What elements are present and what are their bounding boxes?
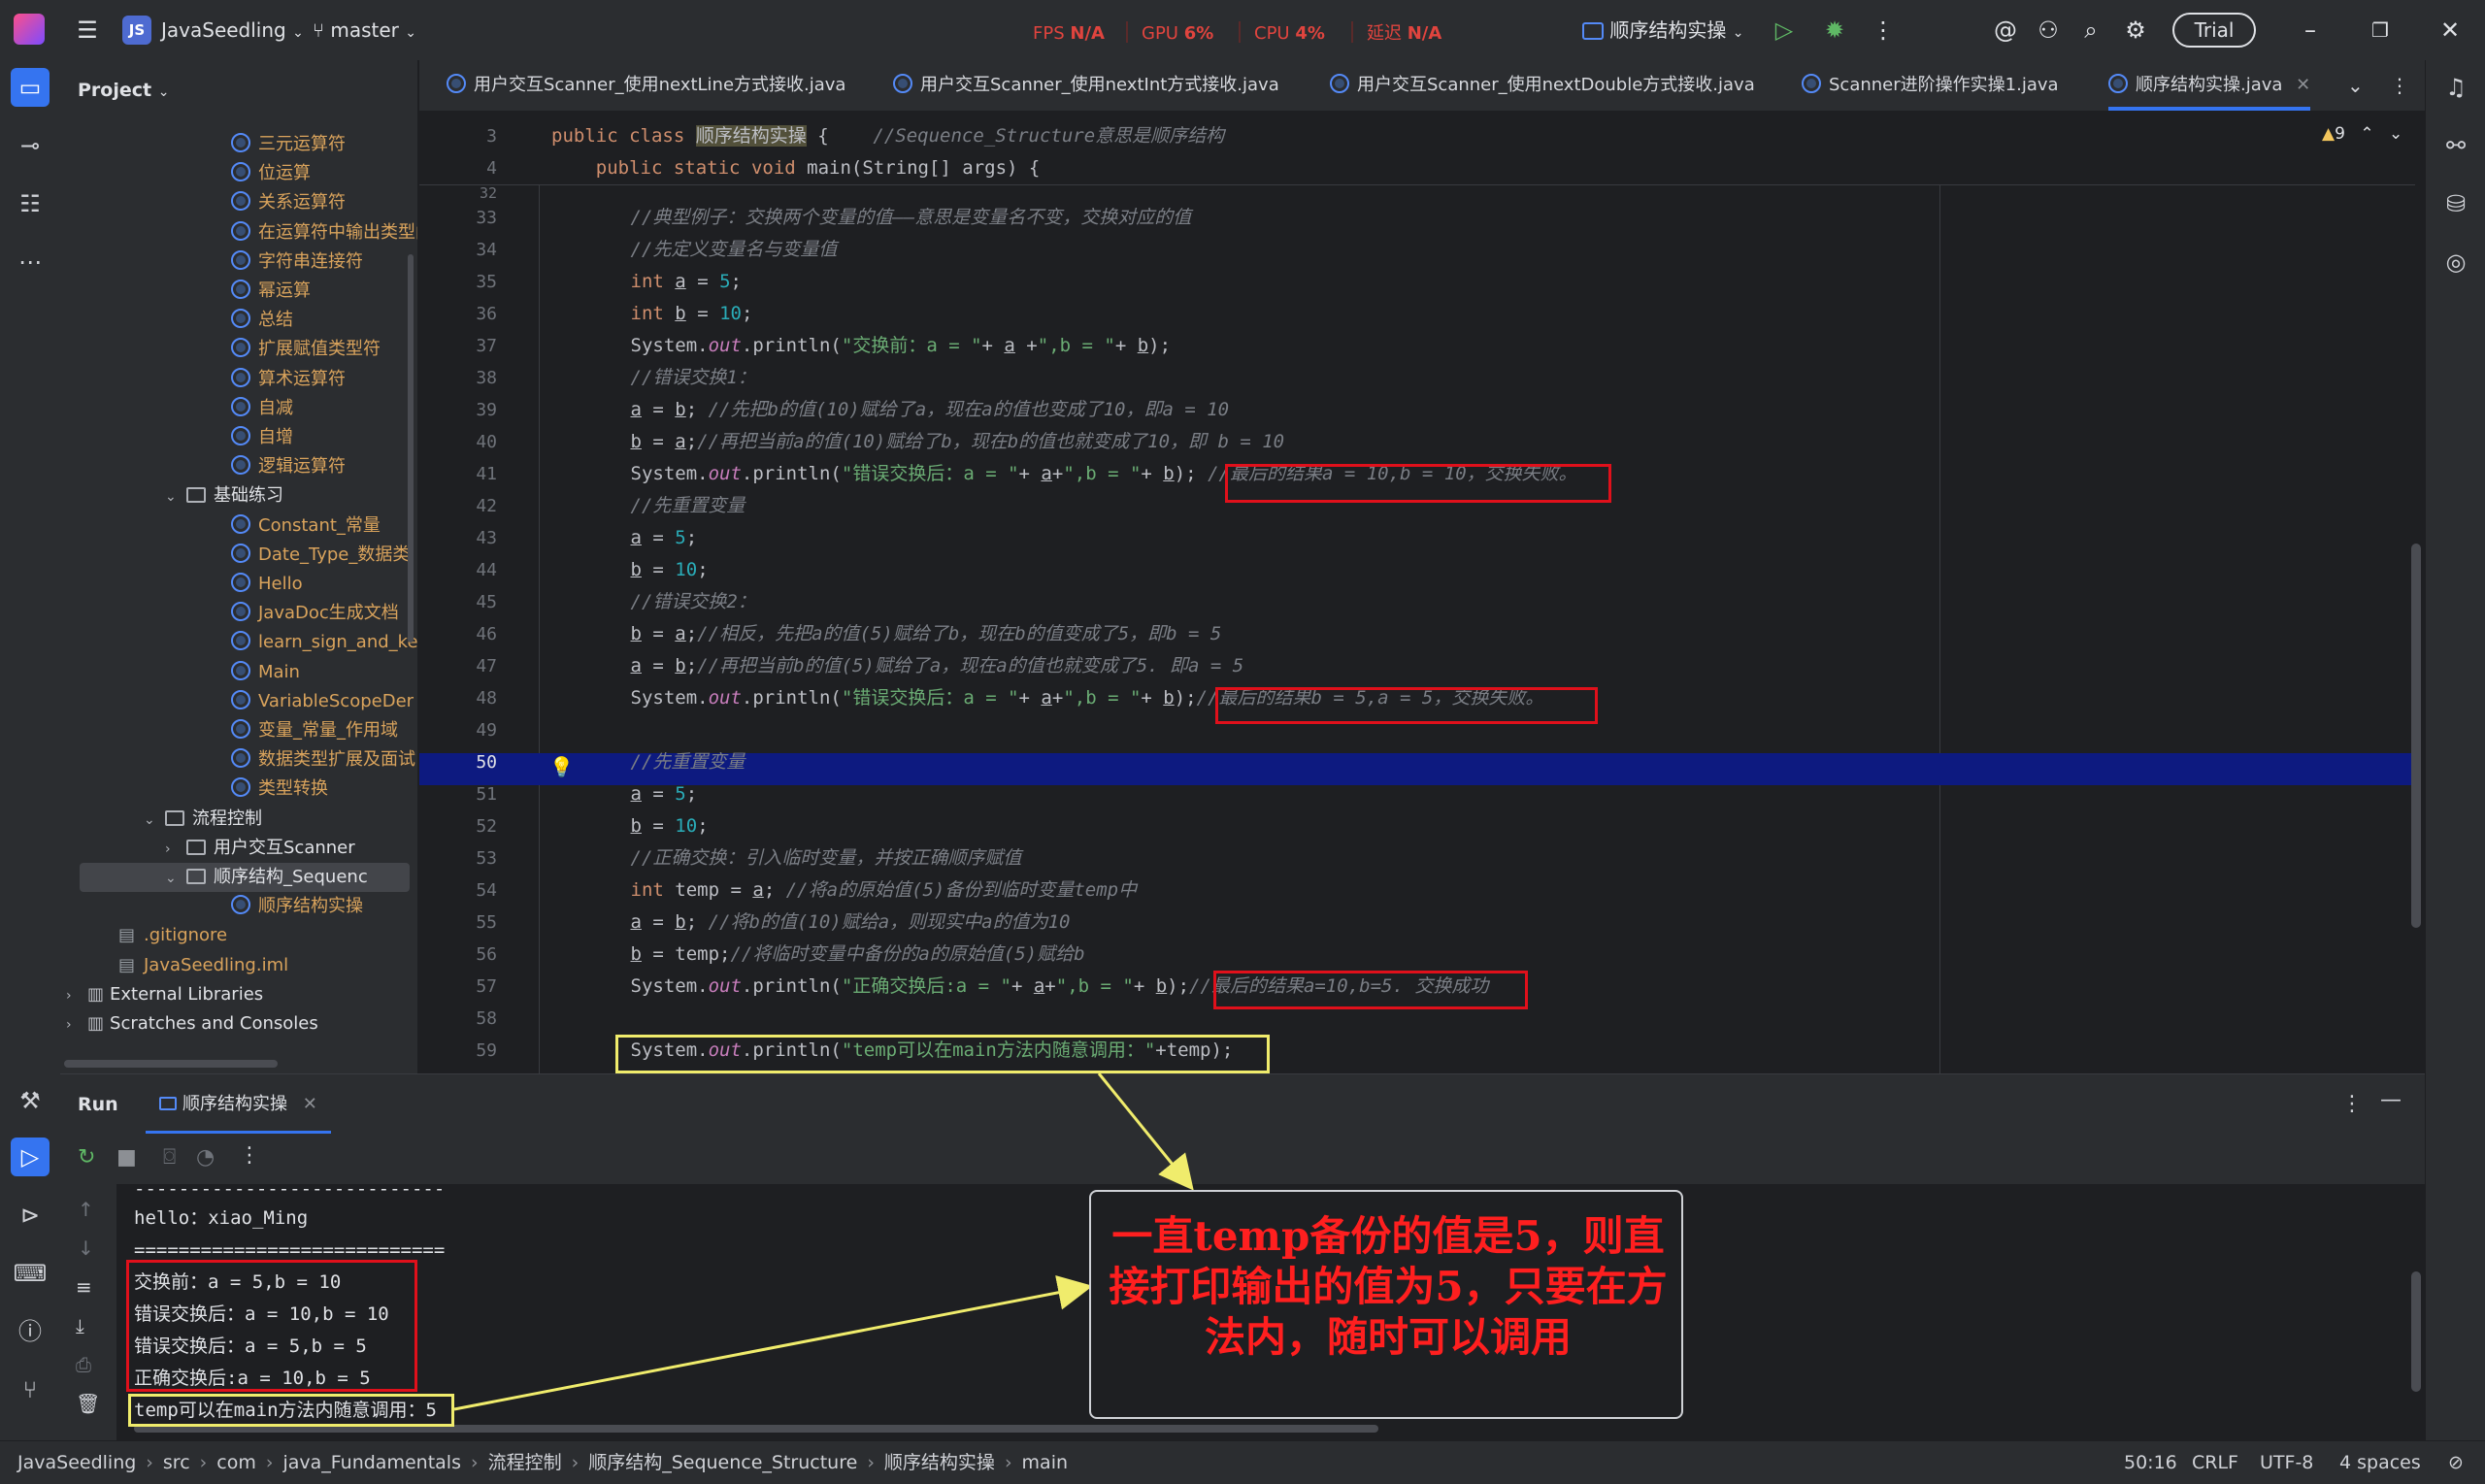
breadcrumb-separator-icon: › bbox=[470, 1452, 479, 1473]
breadcrumb-separator-icon: › bbox=[265, 1452, 274, 1473]
callout-text: 一直temp备份的值是5，则直接打印输出的值为5，只要在方法内，随时可以调用 bbox=[1109, 1212, 1668, 1361]
annotation-callout: 一直temp备份的值是5，则直接打印输出的值为5，只要在方法内，随时可以调用 bbox=[1089, 1190, 1683, 1419]
breadcrumb-separator-icon: › bbox=[146, 1452, 153, 1473]
caret-position[interactable]: 50:16 bbox=[2124, 1441, 2177, 1484]
breadcrumb-separator-icon: › bbox=[1004, 1452, 1012, 1473]
breadcrumb-item[interactable]: com bbox=[216, 1441, 256, 1484]
breadcrumb-separator-icon: › bbox=[199, 1452, 208, 1473]
breadcrumb-item[interactable]: 流程控制 bbox=[488, 1441, 562, 1484]
arrow-callout-to-output bbox=[453, 1275, 1093, 1411]
breadcrumb-item[interactable]: main bbox=[1022, 1441, 1068, 1484]
readonly-lock-icon[interactable]: ⊘ bbox=[2448, 1441, 2464, 1484]
breadcrumb-item[interactable]: JavaSeedling bbox=[17, 1441, 136, 1484]
breadcrumb-item[interactable]: java_Fundamentals bbox=[282, 1441, 461, 1484]
line-separator[interactable]: CRLF bbox=[2192, 1441, 2238, 1484]
breadcrumb-separator-icon: › bbox=[867, 1452, 875, 1473]
breadcrumb-item[interactable]: 顺序结构实操 bbox=[884, 1441, 995, 1484]
arrow-to-callout bbox=[1097, 1072, 1194, 1191]
file-encoding[interactable]: UTF-8 bbox=[2260, 1441, 2313, 1484]
status-bar: JavaSeedling › src › com › java_Fundamentals › 流… bbox=[0, 1440, 2485, 1484]
breadcrumb-item[interactable]: 顺序结构_Sequence_Structure bbox=[588, 1441, 857, 1484]
breadcrumb: JavaSeedling › src › com › java_Fundamentals › 流… bbox=[17, 1441, 1077, 1484]
breadcrumb-item[interactable]: src bbox=[163, 1441, 190, 1484]
indent-setting[interactable]: 4 spaces bbox=[2339, 1441, 2421, 1484]
breadcrumb-separator-icon: › bbox=[571, 1452, 580, 1473]
